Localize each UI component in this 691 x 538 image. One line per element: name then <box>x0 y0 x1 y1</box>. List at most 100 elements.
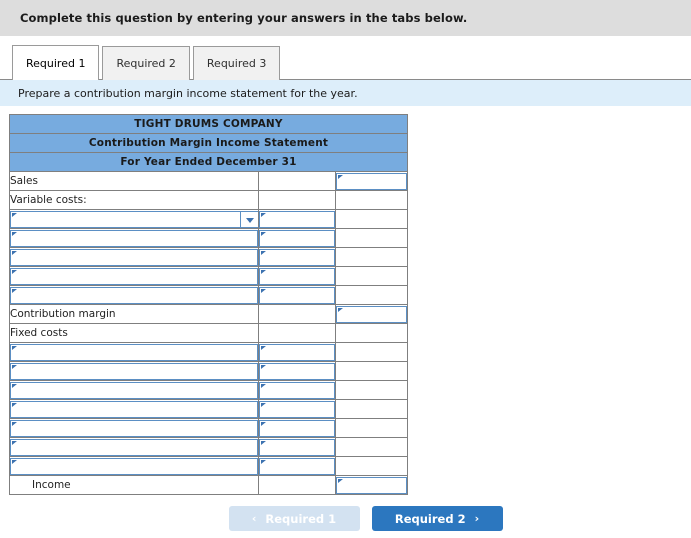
amount-input-right[interactable] <box>336 305 408 323</box>
table-row: Contribution margin <box>9 304 409 324</box>
amount-cell-middle <box>258 209 336 229</box>
prev-required-label: Required 1 <box>265 511 337 526</box>
amount-cell-middle <box>258 285 336 305</box>
amount-input-middle[interactable] <box>259 267 335 285</box>
amount-cell-right <box>334 475 409 495</box>
table-row <box>9 285 409 305</box>
empty-cell-middle <box>258 190 336 210</box>
amount-cell-right <box>334 171 409 191</box>
empty-cell-middle <box>258 171 336 191</box>
statement-title-row: TIGHT DRUMS COMPANY <box>8 114 409 134</box>
table-row <box>9 380 409 400</box>
amount-input-middle[interactable] <box>259 381 335 399</box>
chevron-right-icon: › <box>474 512 480 525</box>
account-name-cell <box>9 361 259 381</box>
amount-input-middle[interactable] <box>259 438 335 456</box>
statement-title-row: Contribution Margin Income Statement <box>8 133 409 153</box>
account-name-cell <box>9 399 259 419</box>
table-row: Fixed costs <box>9 323 409 343</box>
amount-cell-middle <box>258 361 336 381</box>
account-name-input[interactable] <box>10 457 258 475</box>
empty-cell-right <box>334 190 409 210</box>
amount-cell-middle <box>258 418 336 438</box>
table-row: Income <box>9 475 409 495</box>
table-row <box>9 437 409 457</box>
contribution-margin-statement-table: TIGHT DRUMS COMPANY Contribution Margin I… <box>8 114 409 495</box>
chevron-left-icon: ‹ <box>251 512 257 525</box>
amount-input-middle[interactable] <box>259 400 335 418</box>
account-name-input[interactable] <box>10 438 258 456</box>
amount-cell-right <box>334 304 409 324</box>
empty-cell-right <box>334 247 409 267</box>
account-name-cell <box>9 228 259 248</box>
dropdown-divider <box>239 211 241 227</box>
account-name-input[interactable] <box>10 381 258 399</box>
row-label: Sales <box>9 171 259 191</box>
prev-required-button[interactable]: ‹ Required 1 <box>228 506 360 531</box>
tab-required-3[interactable]: Required 3 <box>192 46 281 80</box>
table-row <box>9 209 409 229</box>
next-required-button[interactable]: Required 2 › <box>371 506 503 531</box>
amount-cell-middle <box>258 437 336 457</box>
tab-navigation-bar: ‹ Required 1 Required 2 › <box>0 506 691 531</box>
account-name-input[interactable] <box>10 419 258 437</box>
row-label: Fixed costs <box>9 323 259 343</box>
table-row: Variable costs: <box>9 190 409 210</box>
amount-cell-middle <box>258 342 336 362</box>
account-name-input[interactable] <box>10 400 258 418</box>
table-row <box>9 342 409 362</box>
amount-input-right[interactable] <box>336 476 408 494</box>
account-name-cell <box>9 456 259 476</box>
amount-cell-middle <box>258 399 336 419</box>
amount-input-middle[interactable] <box>259 229 335 247</box>
account-name-cell <box>9 266 259 286</box>
empty-cell-right <box>334 266 409 286</box>
empty-cell-right <box>334 209 409 229</box>
amount-input-right[interactable] <box>336 172 408 190</box>
empty-cell-right <box>334 456 409 476</box>
statement-title-row: For Year Ended December 31 <box>8 152 409 172</box>
tab-strip: Required 1 Required 2 Required 3 <box>0 36 691 80</box>
row-label: Variable costs: <box>9 190 259 210</box>
empty-cell-right <box>334 285 409 305</box>
tab-required-1[interactable]: Required 1 <box>12 45 100 80</box>
amount-input-middle[interactable] <box>259 457 335 475</box>
account-name-cell <box>9 380 259 400</box>
amount-input-middle[interactable] <box>259 210 335 228</box>
amount-input-middle[interactable] <box>259 343 335 361</box>
row-label: Contribution margin <box>9 304 259 324</box>
empty-cell-right <box>334 323 409 343</box>
account-name-input[interactable] <box>10 267 258 285</box>
requirement-text: Prepare a contribution margin income sta… <box>18 86 358 100</box>
amount-cell-middle <box>258 380 336 400</box>
amount-input-middle[interactable] <box>259 248 335 266</box>
account-name-input[interactable] <box>10 286 258 304</box>
empty-cell-right <box>334 228 409 248</box>
table-row <box>9 247 409 267</box>
account-name-input[interactable] <box>10 229 258 247</box>
empty-cell-right <box>334 437 409 457</box>
amount-input-middle[interactable] <box>259 362 335 380</box>
empty-cell-right <box>334 342 409 362</box>
table-row <box>9 418 409 438</box>
table-row <box>9 456 409 476</box>
amount-input-middle[interactable] <box>259 286 335 304</box>
account-name-input[interactable] <box>10 343 258 361</box>
account-name-cell <box>9 285 259 305</box>
empty-cell-middle <box>258 323 336 343</box>
amount-cell-middle <box>258 228 336 248</box>
statement-title-line: Contribution Margin Income Statement <box>8 133 409 153</box>
empty-cell-right <box>334 380 409 400</box>
statement-title-line: For Year Ended December 31 <box>8 152 409 172</box>
tab-required-2[interactable]: Required 2 <box>102 46 190 80</box>
table-row <box>9 266 409 286</box>
account-select-dropdown[interactable] <box>10 210 258 228</box>
account-name-cell <box>9 247 259 267</box>
account-name-input[interactable] <box>10 362 258 380</box>
statement-container: TIGHT DRUMS COMPANY Contribution Margin I… <box>0 106 691 495</box>
tab-label: Required 1 <box>26 56 86 70</box>
account-name-cell <box>9 437 259 457</box>
account-name-cell <box>9 209 259 229</box>
account-name-input[interactable] <box>10 248 258 266</box>
amount-input-middle[interactable] <box>259 419 335 437</box>
